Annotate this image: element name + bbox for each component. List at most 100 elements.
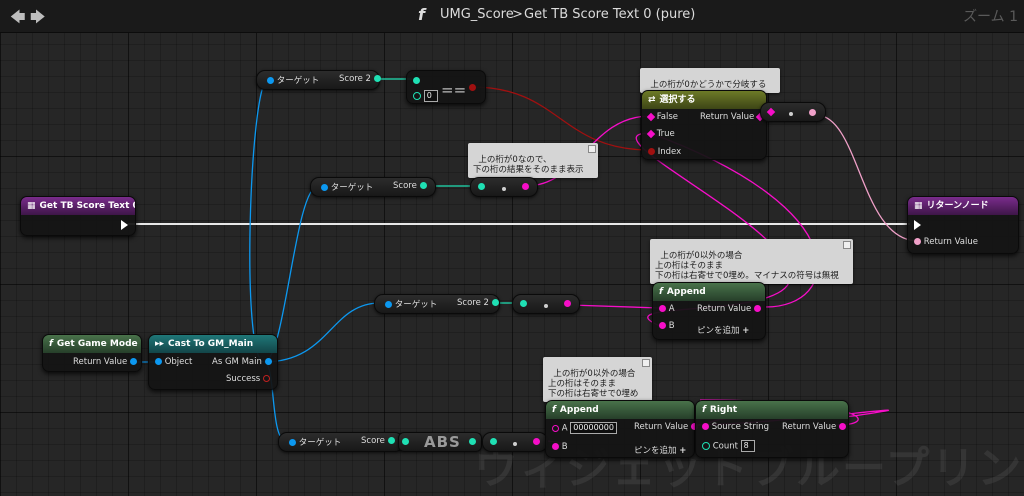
node-target-score-bottom[interactable]: ターゲット Score [278, 432, 404, 452]
breadcrumb-root[interactable]: UMG_Score [440, 7, 514, 22]
get-game-mode-title: Get Game Mode [56, 339, 138, 349]
score-label: Score [361, 436, 385, 446]
true-pin[interactable] [646, 129, 656, 138]
right-count-label: Count [712, 441, 738, 452]
append-title: Append [666, 287, 706, 297]
conv-in-pin[interactable] [478, 183, 485, 190]
entry-title: Get TB Score Text 0 [39, 201, 135, 211]
right-source-pin[interactable] [702, 423, 709, 430]
return-title: リターンノード [926, 201, 989, 211]
cast-success-pin[interactable] [262, 375, 270, 382]
node-get-game-mode[interactable]: f Get Game Mode Return Value [42, 334, 142, 372]
string-wire-append-a [569, 304, 661, 309]
comment-zero: 上の桁が0なので、 下の桁の結果をそのまま表示 [468, 143, 598, 178]
right-count-field[interactable]: 8 [740, 440, 755, 452]
equal-value-field[interactable]: 0 [423, 90, 438, 102]
node-conv-score[interactable] [470, 177, 538, 197]
reroute-out-pin[interactable] [809, 109, 816, 116]
equal-input-a-pin[interactable] [413, 77, 420, 84]
abs-out-pin[interactable] [469, 438, 476, 445]
append-b-pin[interactable] [659, 322, 666, 329]
append-b-label: B [561, 442, 568, 452]
target-pin[interactable] [321, 184, 328, 191]
equal-input-b-pin[interactable] [413, 92, 421, 100]
return-value-label: Return Value [923, 237, 978, 247]
right-count-pin[interactable] [702, 442, 710, 450]
target-label: ターゲット [330, 183, 374, 193]
score2-label: Score 2 [339, 74, 371, 84]
append-b-pin[interactable] [552, 443, 559, 450]
append-return-pin[interactable] [753, 305, 761, 312]
node-reroute-select[interactable] [760, 102, 826, 122]
add-pin-button[interactable]: ピンを追加 + [697, 324, 749, 336]
true-label: True [656, 129, 675, 139]
return-exec-pin[interactable] [914, 220, 921, 230]
node-conv-mid[interactable] [512, 294, 580, 314]
conv-out-pin[interactable] [564, 300, 571, 307]
function-icon: f [418, 5, 425, 24]
add-pin-button[interactable]: ピンを追加 + [634, 444, 686, 456]
right-return-pin[interactable] [838, 423, 846, 430]
reroute-in-pin[interactable] [766, 107, 776, 116]
node-select[interactable]: ⇄ 選択する False True Index Return Value [641, 90, 767, 160]
comment-nonzero: 上の桁が0以外の場合 上の桁はそのまま 下の桁は右寄せで0埋め。マイナスの符号は… [650, 239, 853, 284]
string-wire-return [815, 114, 919, 242]
conv-dot [513, 442, 517, 446]
target-pin[interactable] [267, 77, 274, 84]
conv-in-pin[interactable] [490, 438, 497, 445]
append-a-pin[interactable] [659, 305, 666, 312]
cast-object-label: Object [164, 357, 193, 367]
conv-dot [502, 187, 506, 191]
wire-layer [128, 78, 919, 447]
function-icon: f [659, 287, 663, 297]
append-a-pin[interactable] [552, 424, 559, 432]
select-title: 選択する [659, 95, 696, 105]
node-equal[interactable]: 0 == [406, 70, 486, 104]
select-icon: ⇄ [648, 95, 656, 105]
add-pin-label: ピンを追加 [634, 446, 677, 456]
score2-pin[interactable] [491, 299, 499, 306]
append-a-value-field[interactable]: 00000000 [570, 422, 617, 434]
right-title: Right [709, 405, 738, 415]
function-icon: f [552, 405, 556, 415]
entry-exec-pin[interactable] [121, 220, 128, 230]
target-label: ターゲット [394, 300, 438, 310]
comment-collapse-icon[interactable] [642, 359, 651, 367]
score-pin[interactable] [387, 437, 395, 444]
comment-collapse-icon[interactable] [842, 241, 851, 249]
node-append-bottom[interactable]: f Append A 00000000 B Return Value ピンを追加 … [545, 400, 698, 458]
node-entry[interactable]: ▦ Get TB Score Text 0 [20, 196, 136, 236]
append-a-label: A [561, 423, 568, 434]
conv-out-pin[interactable] [522, 183, 529, 190]
comment-collapse-icon[interactable] [587, 145, 596, 153]
equal-output-pin[interactable] [469, 84, 476, 91]
node-abs[interactable]: ABS [398, 432, 482, 452]
node-target-score2-mid[interactable]: ターゲット Score 2 [374, 294, 500, 314]
target-pin[interactable] [289, 439, 296, 446]
node-right[interactable]: f Right Source String Count 8 Return Valu… [695, 400, 849, 458]
breadcrumb-current: Get TB Score Text 0 (pure) [524, 7, 696, 22]
get-game-mode-return-pin[interactable] [129, 358, 137, 365]
node-target-score2-top[interactable]: ターゲット Score 2 [256, 70, 381, 90]
node-target-score[interactable]: ターゲット Score [310, 177, 436, 197]
node-append-mid[interactable]: f Append A B Return Value ピンを追加 + [652, 282, 766, 340]
false-pin[interactable] [646, 112, 656, 121]
score2-pin[interactable] [373, 75, 381, 82]
node-conv-bottom[interactable] [482, 432, 548, 452]
return-node-icon: ▦ [914, 201, 923, 211]
index-pin[interactable] [648, 148, 655, 155]
arrow-right-icon[interactable]: 🡆 [30, 7, 46, 32]
target-pin[interactable] [385, 301, 392, 308]
conv-out-pin[interactable] [533, 438, 540, 445]
abs-in-pin[interactable] [402, 438, 409, 445]
node-cast[interactable]: ▸▸ Cast To GM_Main Object As GM Main Succ… [148, 334, 278, 390]
node-return[interactable]: ▦ リターンノード Return Value [907, 196, 1019, 254]
comment-nonzero2: 上の桁が0以外の場合 上の桁はそのまま 下の桁は右寄せで0埋め [543, 357, 653, 402]
select-return-label: Return Value [700, 112, 755, 122]
return-value-pin[interactable] [914, 238, 921, 245]
cast-object-pin[interactable] [155, 358, 162, 365]
cast-as-pin[interactable] [264, 358, 272, 365]
conv-in-pin[interactable] [520, 300, 527, 307]
arrow-left-icon[interactable]: 🡄 [10, 7, 26, 32]
score-pin[interactable] [419, 182, 427, 189]
